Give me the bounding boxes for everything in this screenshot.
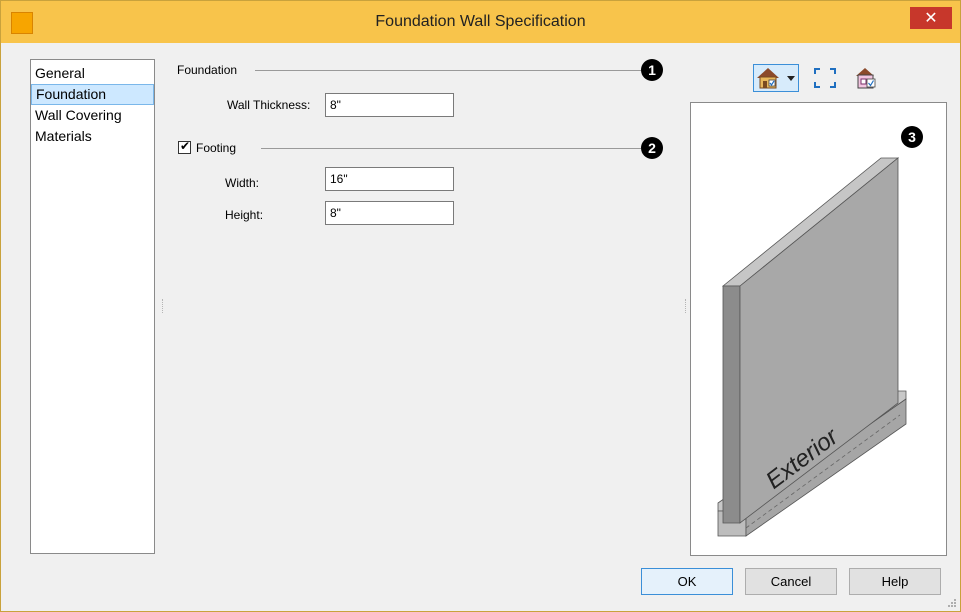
- cancel-button[interactable]: Cancel: [745, 568, 837, 595]
- title-bar[interactable]: Foundation Wall Specification ✕: [1, 1, 960, 43]
- footing-checkbox[interactable]: ✔: [178, 139, 191, 154]
- nav-item-foundation[interactable]: Foundation: [31, 84, 154, 105]
- fill-window-icon: [814, 68, 836, 88]
- window-title: Foundation Wall Specification: [375, 13, 586, 30]
- checkmark-icon: ✔: [180, 139, 191, 153]
- resize-grip-icon[interactable]: [947, 598, 957, 608]
- wall-thickness-field[interactable]: 8": [325, 93, 454, 117]
- footing-width-field[interactable]: 16": [325, 167, 454, 191]
- help-button[interactable]: Help: [849, 568, 941, 595]
- nav-item-general[interactable]: General: [31, 63, 154, 84]
- dialog-window: Foundation Wall Specification ✕ General …: [0, 0, 961, 612]
- left-splitter-handle[interactable]: [162, 299, 164, 313]
- footing-height-label: Height:: [225, 208, 264, 222]
- view-type-dropdown-button[interactable]: [753, 64, 799, 92]
- close-button[interactable]: ✕: [910, 7, 952, 29]
- nav-item-materials[interactable]: Materials: [31, 126, 154, 147]
- footing-height-field[interactable]: 8": [325, 201, 454, 225]
- wall-thickness-label: Wall Thickness:: [227, 98, 311, 112]
- wall-preview-graphic: [717, 157, 907, 537]
- display-options-button[interactable]: [851, 64, 881, 92]
- preview-pane[interactable]: 3 Exterior: [690, 102, 947, 556]
- callout-1: 1: [641, 59, 663, 81]
- foundation-group-label: Foundation: [177, 63, 238, 77]
- display-options-icon: [856, 68, 876, 89]
- footing-group-label: Footing: [196, 141, 237, 155]
- footing-width-label: Width:: [225, 176, 260, 190]
- nav-item-wall-covering[interactable]: Wall Covering: [31, 105, 154, 126]
- fill-window-button[interactable]: [810, 64, 840, 92]
- callout-2: 2: [641, 137, 663, 159]
- footing-divider: [261, 148, 641, 149]
- house-view-dropdown-icon: [757, 68, 795, 89]
- foundation-divider: [255, 70, 641, 71]
- category-list: General Foundation Wall Covering Materia…: [30, 59, 155, 554]
- ok-button[interactable]: OK: [641, 568, 733, 595]
- right-splitter-handle[interactable]: [685, 299, 687, 313]
